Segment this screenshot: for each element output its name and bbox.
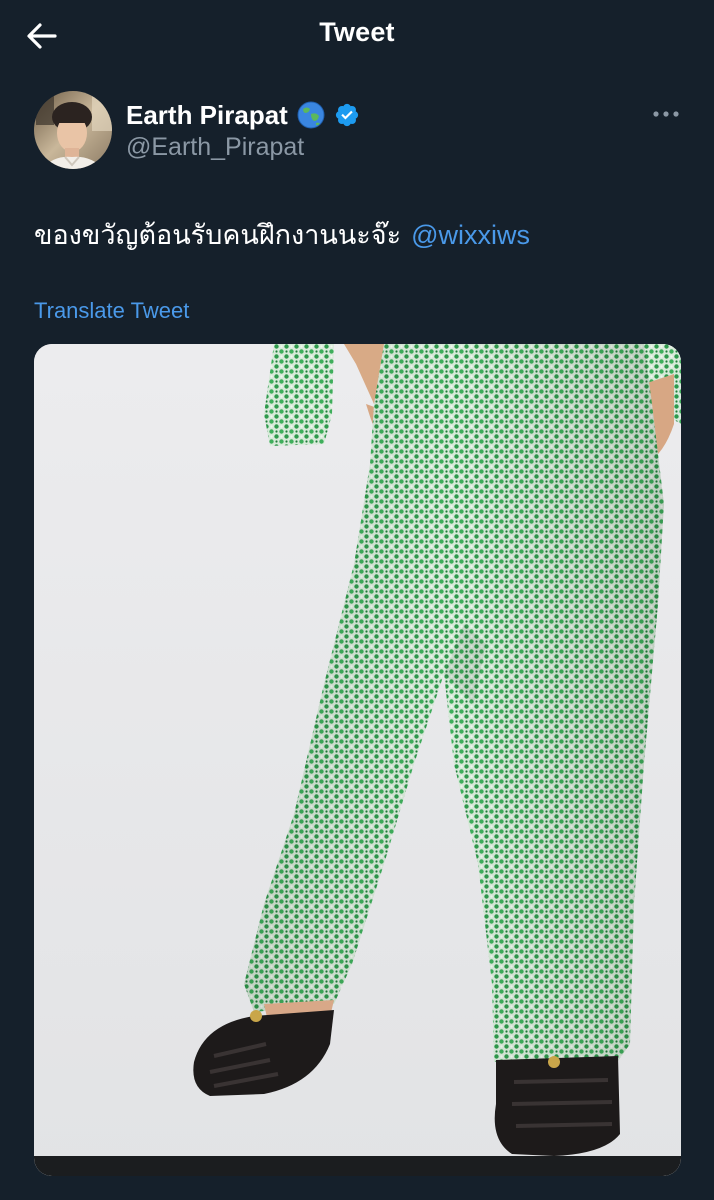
author-display-name: Earth Pirapat [126, 99, 288, 130]
page-title: Tweet [319, 17, 395, 47]
avatar[interactable] [34, 91, 112, 169]
tweet-photo[interactable] [34, 344, 681, 1176]
top-bar: Tweet [0, 0, 714, 70]
more-options-button[interactable] [648, 104, 684, 124]
mention-link[interactable]: @wixxiws [411, 220, 530, 250]
globe-emoji-icon [296, 100, 326, 130]
author-name-row[interactable]: Earth Pirapat [126, 97, 360, 133]
tweet-text: ของขวัญต้อนรับคนฝึกงานนะจ๊ะ @wixxiws [34, 215, 530, 255]
tweet-body-text: ของขวัญต้อนรับคนฝึกงานนะจ๊ะ [34, 220, 402, 250]
more-horizontal-icon [653, 111, 679, 117]
tweet-detail-screen: Tweet Earth Pirapat @Earth_Pirapat ของขว… [0, 0, 714, 1200]
author-handle[interactable]: @Earth_Pirapat [126, 133, 304, 162]
verified-badge-icon [334, 102, 360, 128]
translate-tweet-link[interactable]: Translate Tweet [34, 298, 189, 324]
